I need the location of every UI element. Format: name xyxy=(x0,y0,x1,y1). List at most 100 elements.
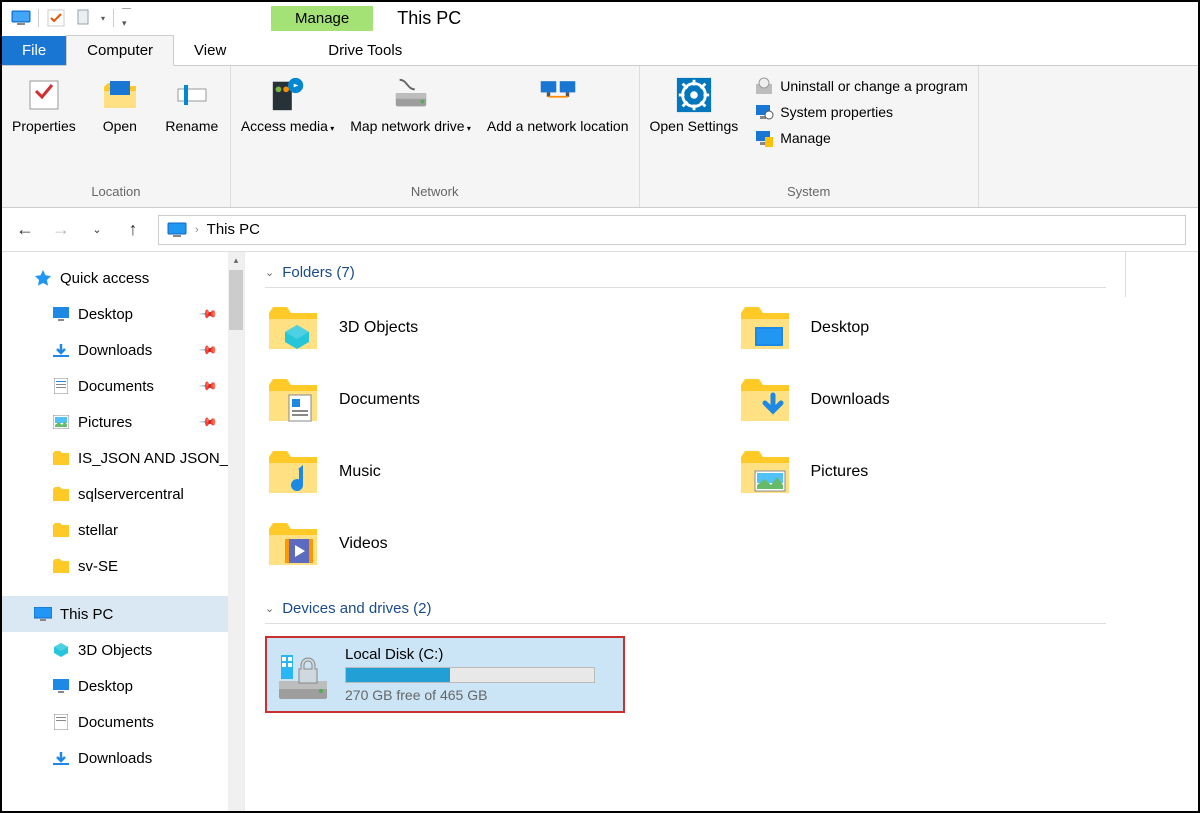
document-icon xyxy=(52,713,70,731)
folder-documents[interactable]: Documents xyxy=(265,372,707,428)
pin-icon: 📌 xyxy=(198,304,218,324)
rename-button[interactable]: Rename xyxy=(164,76,220,134)
access-media-button[interactable]: Access media ▾ xyxy=(241,76,334,134)
this-pc-icon[interactable] xyxy=(10,7,32,29)
add-network-location-button[interactable]: Add a network location xyxy=(487,76,629,134)
desktop-icon xyxy=(52,677,70,695)
rename-label: Rename xyxy=(165,118,218,134)
uninstall-label: Uninstall or change a program xyxy=(780,78,968,94)
up-button[interactable]: ↑ xyxy=(122,219,144,240)
map-drive-label: Map network drive ▾ xyxy=(350,118,471,134)
sidebar-3d-objects[interactable]: 3D Objects xyxy=(2,632,244,668)
tab-computer[interactable]: Computer xyxy=(66,35,174,66)
scrollbar[interactable]: ▴ xyxy=(228,252,244,811)
folder-icon xyxy=(52,557,70,575)
sidebar-folder-isjson[interactable]: IS_JSON AND JSON_ xyxy=(2,440,244,476)
nav-bar: ← → ⌄ ↑ › This PC xyxy=(2,208,1198,252)
sidebar-folder-ssc[interactable]: sqlservercentral xyxy=(2,476,244,512)
download-icon xyxy=(52,341,70,359)
uninstall-program-button[interactable]: Uninstall or change a program xyxy=(754,76,968,96)
sidebar-pc-downloads[interactable]: Downloads xyxy=(2,740,244,776)
system-properties-button[interactable]: System properties xyxy=(754,102,968,122)
group-network-label: Network xyxy=(241,184,629,203)
folders-section-header[interactable]: ⌄ Folders (7) xyxy=(265,264,1106,288)
drive-icon xyxy=(275,647,331,703)
desktop-icon xyxy=(52,305,70,323)
pin-icon: 📌 xyxy=(198,376,218,396)
folder-icon xyxy=(52,449,70,467)
folder-pictures[interactable]: Pictures xyxy=(737,444,1179,500)
qat-dropdown-icon[interactable]: ▾ xyxy=(101,14,105,23)
this-pc-icon xyxy=(34,605,52,623)
chevron-down-icon: ⌄ xyxy=(265,602,274,615)
system-properties-label: System properties xyxy=(780,104,893,120)
tab-drive-tools[interactable]: Drive Tools xyxy=(308,36,422,65)
picture-icon xyxy=(52,413,70,431)
folder-icon xyxy=(52,521,70,539)
properties-label: Properties xyxy=(12,118,76,134)
window-title: This PC xyxy=(397,8,461,29)
drive-local-disk-c[interactable]: Local Disk (C:) 270 GB free of 465 GB xyxy=(265,636,625,713)
breadcrumb-this-pc[interactable]: This PC xyxy=(207,221,260,238)
drive-usage-bar xyxy=(345,667,595,683)
access-media-label: Access media ▾ xyxy=(241,118,334,134)
group-location-label: Location xyxy=(12,184,220,203)
properties-button[interactable]: Properties xyxy=(12,76,76,134)
folder-desktop[interactable]: Desktop xyxy=(737,300,1179,356)
quick-access-label: Quick access xyxy=(60,270,149,287)
document-icon xyxy=(52,377,70,395)
breadcrumb-separator-icon[interactable]: › xyxy=(195,224,199,236)
folder-icon xyxy=(52,485,70,503)
pin-icon: 📌 xyxy=(198,340,218,360)
3d-icon xyxy=(52,641,70,659)
ribbon-tabs: File Computer View Drive Tools xyxy=(2,34,1198,66)
ribbon: Properties Open Rename Location Access m… xyxy=(2,66,1198,208)
sidebar-pc-documents[interactable]: Documents xyxy=(2,704,244,740)
sidebar-folder-svse[interactable]: sv-SE xyxy=(2,548,244,584)
sidebar-desktop[interactable]: Desktop📌 xyxy=(2,296,244,332)
separator xyxy=(113,9,114,27)
this-pc-icon xyxy=(167,222,187,238)
drive-name: Local Disk (C:) xyxy=(345,646,615,663)
open-settings-label: Open Settings xyxy=(650,118,739,134)
sidebar-quick-access[interactable]: Quick access xyxy=(2,260,244,296)
qat-customize-icon[interactable]: ⎺▾ xyxy=(122,7,131,29)
qat-separator xyxy=(38,9,39,27)
scroll-up-icon[interactable]: ▴ xyxy=(228,252,244,268)
sidebar-pictures[interactable]: Pictures📌 xyxy=(2,404,244,440)
recent-dropdown-icon[interactable]: ⌄ xyxy=(86,223,108,236)
checkmark-icon[interactable] xyxy=(45,7,67,29)
titlebar: ▾ ⎺▾ Manage This PC xyxy=(2,2,1198,34)
add-location-label: Add a network location xyxy=(487,118,629,134)
drives-section-header[interactable]: ⌄ Devices and drives (2) xyxy=(265,600,1106,624)
sidebar-pc-desktop[interactable]: Desktop xyxy=(2,668,244,704)
download-icon xyxy=(52,749,70,767)
contextual-tab-header: Manage xyxy=(271,6,373,31)
folder-music[interactable]: Music xyxy=(265,444,707,500)
folder-videos[interactable]: Videos xyxy=(265,516,707,572)
open-label: Open xyxy=(103,118,137,134)
scrollbar-thumb[interactable] xyxy=(229,270,243,330)
doc-dropdown-icon[interactable] xyxy=(73,7,95,29)
sidebar-downloads[interactable]: Downloads📌 xyxy=(2,332,244,368)
content-pane: ⌄ Folders (7) 3D Objects Desktop Documen… xyxy=(244,252,1198,811)
folder-3d-objects[interactable]: 3D Objects xyxy=(265,300,707,356)
map-drive-button[interactable]: Map network drive ▾ xyxy=(350,76,471,134)
drive-free-text: 270 GB free of 465 GB xyxy=(345,687,615,703)
tab-file[interactable]: File xyxy=(2,36,66,65)
tab-view[interactable]: View xyxy=(174,36,246,65)
open-settings-button[interactable]: Open Settings xyxy=(650,76,739,134)
forward-button[interactable]: → xyxy=(50,219,72,240)
open-button[interactable]: Open xyxy=(92,76,148,134)
folder-downloads[interactable]: Downloads xyxy=(737,372,1179,428)
sidebar-documents[interactable]: Documents📌 xyxy=(2,368,244,404)
sidebar-this-pc[interactable]: This PC xyxy=(2,596,244,632)
sidebar-folder-stellar[interactable]: stellar xyxy=(2,512,244,548)
pin-icon: 📌 xyxy=(198,412,218,432)
back-button[interactable]: ← xyxy=(14,219,36,240)
manage-button[interactable]: Manage xyxy=(754,128,968,148)
address-bar[interactable]: › This PC xyxy=(158,215,1186,245)
manage-label: Manage xyxy=(780,130,831,146)
chevron-down-icon: ⌄ xyxy=(265,266,274,279)
star-icon xyxy=(34,269,52,287)
